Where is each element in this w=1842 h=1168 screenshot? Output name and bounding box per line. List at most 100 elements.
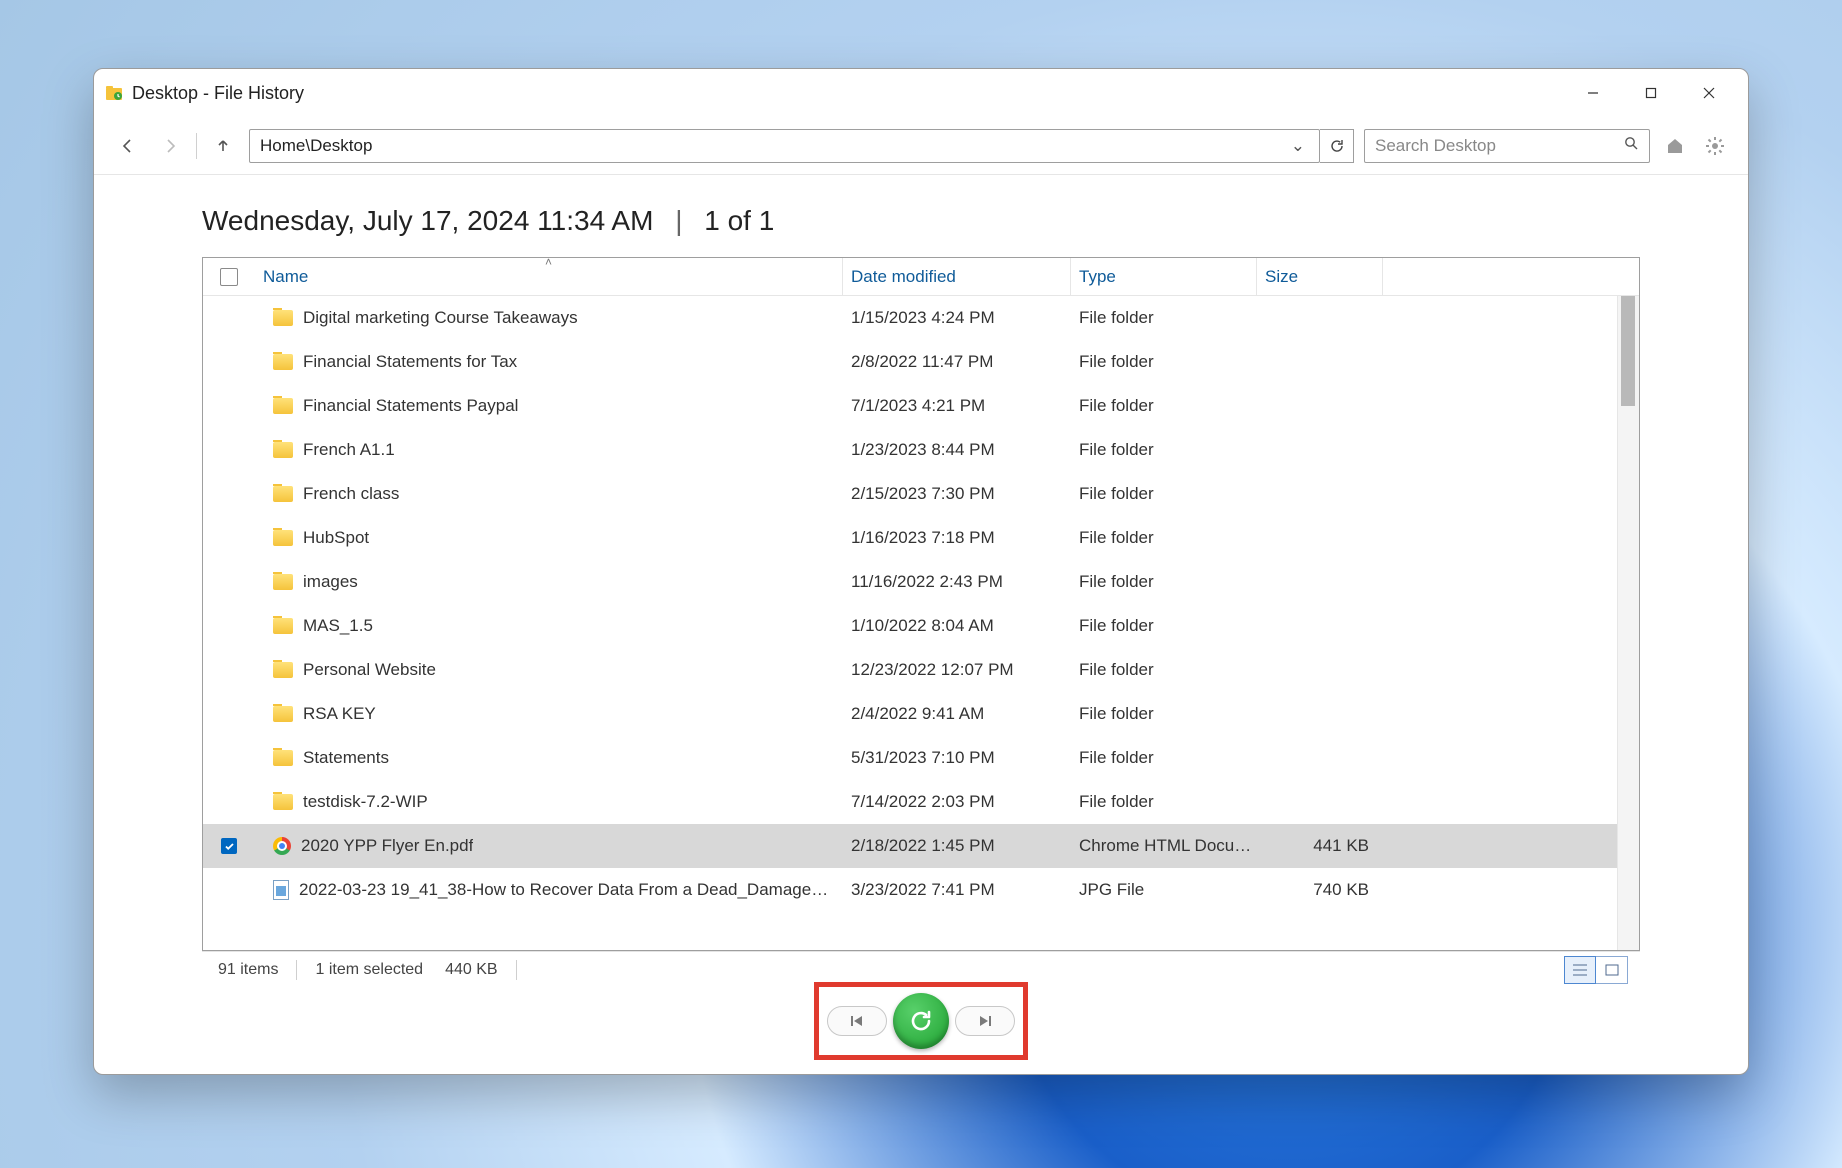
snapshot-heading: Wednesday, July 17, 2024 11:34 AM | 1 of… bbox=[124, 187, 1718, 257]
details-view-button[interactable] bbox=[1564, 956, 1596, 984]
snapshot-position: 1 of 1 bbox=[704, 205, 774, 236]
file-type: File folder bbox=[1071, 572, 1257, 592]
sort-indicator-icon: ˄ bbox=[545, 255, 552, 269]
column-date-label: Date modified bbox=[851, 267, 956, 287]
up-button[interactable] bbox=[207, 130, 239, 162]
address-path: Home\Desktop bbox=[260, 136, 372, 156]
table-row[interactable]: HubSpot1/16/2023 7:18 PMFile folder bbox=[203, 516, 1639, 560]
file-name: HubSpot bbox=[303, 528, 369, 548]
scrollbar-thumb[interactable] bbox=[1621, 296, 1635, 406]
minimize-button[interactable] bbox=[1564, 73, 1622, 113]
scrollbar[interactable] bbox=[1617, 296, 1639, 950]
file-date: 2/8/2022 11:47 PM bbox=[843, 352, 1071, 372]
table-row[interactable]: French A1.1 1/23/2023 8:44 PMFile folder bbox=[203, 428, 1639, 472]
table-row[interactable]: testdisk-7.2-WIP7/14/2022 2:03 PMFile fo… bbox=[203, 780, 1639, 824]
back-button[interactable] bbox=[112, 130, 144, 162]
table-row[interactable]: images11/16/2022 2:43 PMFile folder bbox=[203, 560, 1639, 604]
file-type: File folder bbox=[1071, 616, 1257, 636]
folder-icon bbox=[273, 618, 293, 634]
table-row[interactable]: Financial Statements Paypal7/1/2023 4:21… bbox=[203, 384, 1639, 428]
file-type: JPG File bbox=[1071, 880, 1257, 900]
chevron-down-icon[interactable]: ⌄ bbox=[1291, 136, 1309, 156]
file-name: French A1.1 bbox=[303, 440, 395, 460]
table-row[interactable]: 2020 YPP Flyer En.pdf2/18/2022 1:45 PMCh… bbox=[203, 824, 1639, 868]
column-size[interactable]: Size bbox=[1257, 258, 1383, 295]
file-date: 7/1/2023 4:21 PM bbox=[843, 396, 1071, 416]
file-date: 1/10/2022 8:04 AM bbox=[843, 616, 1071, 636]
column-type[interactable]: Type bbox=[1071, 258, 1257, 295]
status-item-count: 91 items bbox=[218, 961, 278, 979]
settings-button[interactable] bbox=[1700, 131, 1730, 161]
column-name-label: Name bbox=[263, 267, 308, 287]
folder-icon bbox=[273, 750, 293, 766]
file-name: MAS_1.5 bbox=[303, 616, 373, 636]
file-name: Personal Website bbox=[303, 660, 436, 680]
folder-icon bbox=[273, 794, 293, 810]
folder-icon bbox=[273, 486, 293, 502]
file-size: 441 KB bbox=[1257, 836, 1383, 856]
folder-icon bbox=[273, 354, 293, 370]
maximize-button[interactable] bbox=[1622, 73, 1680, 113]
column-date[interactable]: Date modified bbox=[843, 258, 1071, 295]
file-name: Statements bbox=[303, 748, 389, 768]
folder-icon bbox=[273, 706, 293, 722]
window-title: Desktop - File History bbox=[132, 83, 304, 104]
file-list: ˄ Name Date modified Type Size Digital m… bbox=[202, 257, 1640, 951]
file-date: 1/23/2023 8:44 PM bbox=[843, 440, 1071, 460]
table-row[interactable]: Digital marketing Course Takeaways1/15/2… bbox=[203, 296, 1639, 340]
file-name: 2022-03-23 19_41_38-How to Recover Data … bbox=[299, 880, 829, 900]
list-header: ˄ Name Date modified Type Size bbox=[203, 258, 1639, 296]
file-type: File folder bbox=[1071, 352, 1257, 372]
previous-version-button[interactable] bbox=[827, 1006, 887, 1036]
file-type: File folder bbox=[1071, 308, 1257, 328]
table-row[interactable]: Statements5/31/2023 7:10 PMFile folder bbox=[203, 736, 1639, 780]
file-name: French class bbox=[303, 484, 399, 504]
folder-icon bbox=[273, 574, 293, 590]
toolbar-divider bbox=[196, 133, 197, 159]
file-name: testdisk-7.2-WIP bbox=[303, 792, 428, 812]
search-icon bbox=[1624, 136, 1639, 156]
forward-button[interactable] bbox=[154, 130, 186, 162]
file-type: File folder bbox=[1071, 528, 1257, 548]
file-date: 12/23/2022 12:07 PM bbox=[843, 660, 1071, 680]
restore-controls bbox=[814, 982, 1028, 1060]
file-name: images bbox=[303, 572, 358, 592]
file-name: 2020 YPP Flyer En.pdf bbox=[301, 836, 473, 856]
table-row[interactable]: French class2/15/2023 7:30 PMFile folder bbox=[203, 472, 1639, 516]
file-date: 1/15/2023 4:24 PM bbox=[843, 308, 1071, 328]
file-history-window: Desktop - File History Home\Desktop ⌄ We… bbox=[93, 68, 1749, 1075]
snapshot-date: Wednesday, July 17, 2024 11:34 AM bbox=[202, 205, 653, 236]
file-date: 2/15/2023 7:30 PM bbox=[843, 484, 1071, 504]
status-selected: 1 item selected bbox=[315, 961, 423, 979]
next-version-button[interactable] bbox=[955, 1006, 1015, 1036]
address-bar[interactable]: Home\Desktop ⌄ bbox=[249, 129, 1320, 163]
chrome-icon bbox=[273, 837, 291, 855]
file-date: 7/14/2022 2:03 PM bbox=[843, 792, 1071, 812]
close-button[interactable] bbox=[1680, 73, 1738, 113]
table-row[interactable]: Financial Statements for Tax 2/8/2022 11:… bbox=[203, 340, 1639, 384]
file-name: Financial Statements for Tax bbox=[303, 352, 517, 372]
row-checkbox[interactable] bbox=[221, 838, 237, 854]
column-name[interactable]: ˄ Name bbox=[255, 258, 843, 295]
search-input[interactable] bbox=[1375, 136, 1624, 156]
table-row[interactable]: 2022-03-23 19_41_38-How to Recover Data … bbox=[203, 868, 1639, 912]
search-box[interactable] bbox=[1364, 129, 1650, 163]
table-row[interactable]: MAS_1.5 1/10/2022 8:04 AMFile folder bbox=[203, 604, 1639, 648]
toolbar: Home\Desktop ⌄ bbox=[94, 117, 1748, 175]
home-button[interactable] bbox=[1660, 131, 1690, 161]
table-row[interactable]: Personal Website 12/23/2022 12:07 PMFile … bbox=[203, 648, 1639, 692]
app-icon bbox=[104, 83, 124, 103]
column-type-label: Type bbox=[1079, 267, 1116, 287]
file-type: File folder bbox=[1071, 396, 1257, 416]
file-type: File folder bbox=[1071, 440, 1257, 460]
status-size: 440 KB bbox=[445, 961, 497, 979]
thumbnails-view-button[interactable] bbox=[1596, 956, 1628, 984]
restore-button[interactable] bbox=[893, 993, 949, 1049]
table-row[interactable]: RSA KEY2/4/2022 9:41 AMFile folder bbox=[203, 692, 1639, 736]
file-date: 3/23/2022 7:41 PM bbox=[843, 880, 1071, 900]
file-type: File folder bbox=[1071, 660, 1257, 680]
refresh-button[interactable] bbox=[1320, 129, 1354, 163]
image-file-icon bbox=[273, 880, 289, 900]
select-all-checkbox[interactable] bbox=[220, 268, 238, 286]
file-date: 2/4/2022 9:41 AM bbox=[843, 704, 1071, 724]
